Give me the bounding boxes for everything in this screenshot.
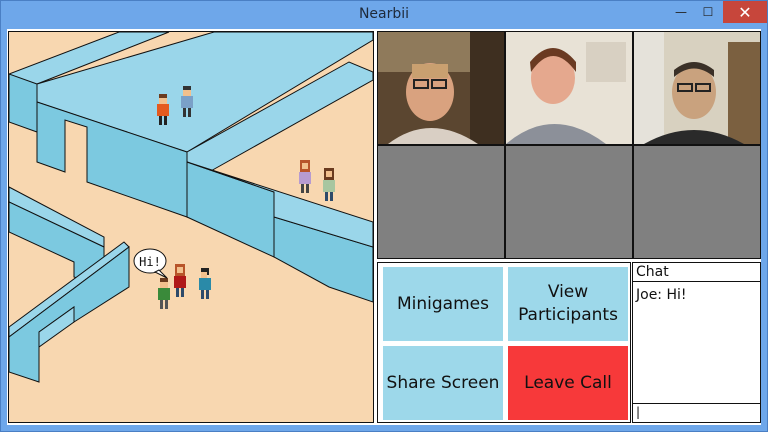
video-tile-participant-1[interactable] [378, 32, 504, 144]
speech-bubble-text: Hi! [139, 255, 161, 269]
video-feed-image [506, 32, 632, 144]
minimize-button[interactable]: — [669, 1, 693, 23]
video-tile-participant-2[interactable] [506, 32, 632, 144]
chat-message: Joe: Hi! [636, 287, 687, 303]
map-canvas: Hi! [9, 32, 373, 422]
wall-face [9, 73, 38, 133]
view-participants-button[interactable]: View Participants [508, 267, 628, 341]
video-feed-image [378, 32, 504, 144]
leave-call-button[interactable]: Leave Call [508, 346, 628, 420]
video-grid [377, 31, 761, 259]
minigames-button[interactable]: Minigames [383, 267, 503, 341]
chat-log: Joe: Hi! [633, 283, 760, 404]
chat-input[interactable]: | [633, 403, 760, 422]
chat-header: Chat [633, 263, 760, 282]
close-button[interactable]: ✕ [723, 1, 767, 23]
video-tile-empty [378, 146, 504, 258]
world-map[interactable]: Hi! [8, 31, 374, 423]
call-controls: Minigames View Participants Share Screen… [377, 262, 631, 423]
maximize-button[interactable]: ☐ [695, 1, 721, 23]
chat-panel: Chat Joe: Hi! | [632, 262, 761, 423]
video-tile-participant-3[interactable] [634, 32, 760, 144]
title-bar[interactable]: Nearbii — ☐ ✕ [1, 1, 767, 29]
video-tile-empty [634, 146, 760, 258]
video-feed-image [634, 32, 760, 144]
share-screen-button[interactable]: Share Screen [383, 346, 503, 420]
video-tile-empty [506, 146, 632, 258]
window-title: Nearbii [358, 6, 410, 22]
